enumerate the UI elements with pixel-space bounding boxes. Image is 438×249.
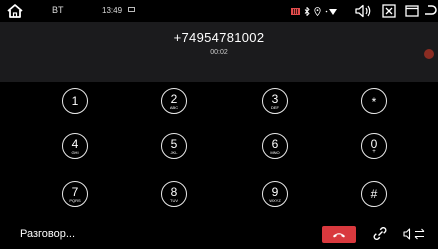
record-indicator: [424, 49, 434, 59]
key-5[interactable]: 5 JKL: [161, 133, 187, 159]
key-letters: ABC: [169, 105, 179, 110]
close-icon[interactable]: [382, 2, 396, 20]
bluetooth-icon: [304, 6, 310, 16]
key-6[interactable]: 6 MNO: [262, 133, 288, 159]
phone-number: +74954781002: [173, 30, 265, 45]
home-icon[interactable]: [6, 3, 24, 19]
key-digit: 1: [71, 94, 79, 108]
key-letters: PQRS: [69, 198, 81, 203]
key-1[interactable]: 1: [62, 88, 88, 114]
key-digit: 4: [71, 137, 79, 151]
clock-time: 13:49: [102, 6, 123, 15]
key-2[interactable]: 2 ABC: [161, 88, 187, 114]
key-star[interactable]: *: [361, 88, 387, 114]
key-letters: TUV: [170, 198, 178, 203]
audio-switch-icon[interactable]: [403, 227, 427, 241]
key-0[interactable]: 0 +: [361, 133, 387, 159]
key-letters: +: [372, 149, 376, 155]
clock-icon: [128, 7, 135, 12]
system-icons: [291, 5, 339, 17]
key-digit: 3: [271, 92, 279, 106]
recent-apps-icon[interactable]: [405, 2, 419, 20]
key-3[interactable]: 3 DEF: [262, 88, 288, 114]
call-duration: 00:02: [210, 49, 228, 56]
key-letters: DEF: [271, 105, 279, 110]
key-4[interactable]: 4 GHI: [62, 133, 88, 159]
key-digit: 5: [170, 137, 178, 151]
volume-icon[interactable]: [355, 2, 371, 20]
back-icon[interactable]: [424, 2, 438, 20]
key-letters: MNO: [270, 150, 280, 155]
end-call-button[interactable]: [322, 226, 356, 243]
key-digit: *: [371, 95, 377, 109]
key-digit: #: [370, 187, 378, 201]
key-9[interactable]: 9 WXYZ: [262, 181, 288, 207]
bt-label: BT: [52, 5, 64, 15]
link-icon[interactable]: [372, 225, 388, 243]
key-8[interactable]: 8 TUV: [161, 181, 187, 207]
phone-hangup-icon: [333, 233, 345, 238]
key-digit: 7: [71, 185, 79, 199]
key-hash[interactable]: #: [361, 181, 387, 207]
key-digit: 6: [271, 137, 279, 151]
key-7[interactable]: 7 PQRS: [62, 181, 88, 207]
location-icon: [314, 6, 321, 16]
key-letters: GHI: [71, 150, 79, 155]
key-digit: 8: [170, 185, 178, 199]
wifi-icon: [325, 8, 337, 15]
key-letters: WXYZ: [269, 198, 281, 203]
key-letters: JKL: [170, 150, 178, 155]
call-status-label: Разговор...: [20, 228, 76, 240]
call-header: +74954781002 00:02: [0, 22, 438, 82]
battery-icon: [291, 7, 300, 15]
status-bar: BT 13:49: [0, 0, 438, 22]
key-digit: 2: [170, 92, 178, 106]
key-digit: 9: [271, 185, 279, 199]
